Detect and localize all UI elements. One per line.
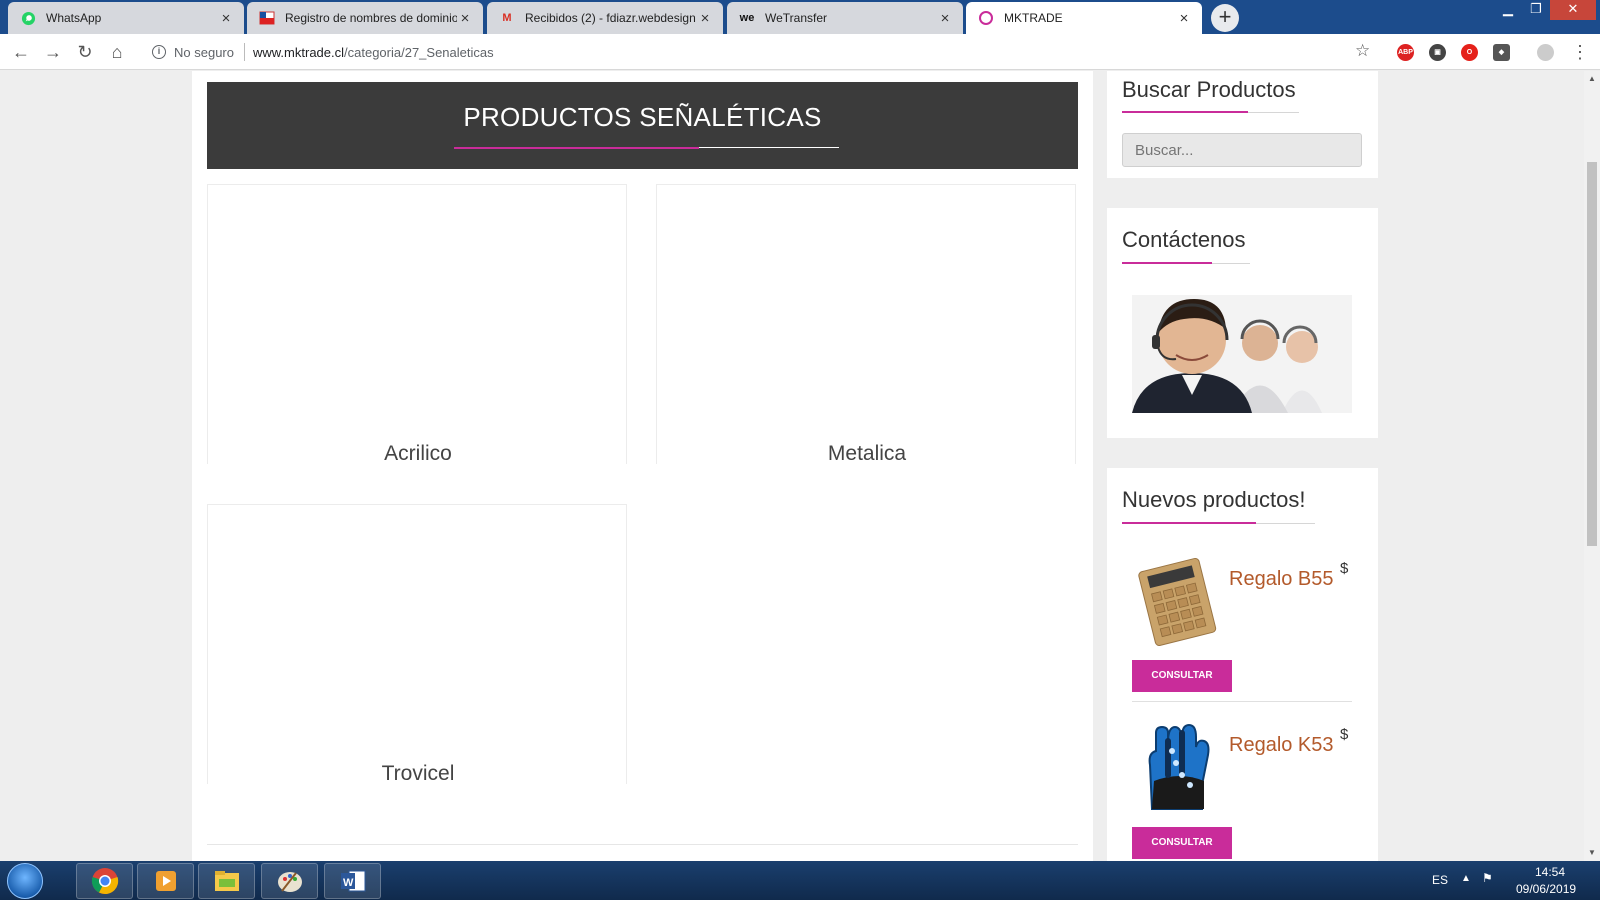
media-player-taskbar-icon[interactable] [137,863,194,899]
tab-title: WeTransfer [765,11,828,25]
tab-title: Recibidos (2) - fdiazr.webdesign [525,11,696,25]
reload-icon[interactable]: ↻ [73,40,97,64]
clock-time[interactable]: 14:54 [1535,865,1565,879]
close-tab-icon[interactable]: × [457,10,473,27]
file-explorer-taskbar-icon[interactable] [198,863,255,899]
scrollbar-thumb[interactable] [1587,162,1597,546]
clock-date[interactable]: 09/06/2019 [1516,882,1576,896]
search-widget-title: Buscar Productos [1122,77,1296,102]
tab-registro-dominio[interactable]: Registro de nombres de dominio × [247,2,483,34]
content-divider [207,844,1078,845]
tab-title: Registro de nombres de dominio [285,11,457,25]
tab-whatsapp[interactable]: WhatsApp × [8,2,244,34]
info-icon[interactable]: i [152,45,166,59]
category-image [208,185,626,420]
tab-gmail[interactable]: M Recibidos (2) - fdiazr.webdesign × [487,2,723,34]
tab-mktrade[interactable]: MKTRADE × [966,2,1202,34]
browser-tab-strip: WhatsApp × Registro de nombres de domini… [0,0,1600,34]
home-icon[interactable]: ⌂ [105,40,129,64]
url-domain: www.mktrade.cl [252,44,345,60]
word-taskbar-icon[interactable]: W [324,863,381,899]
close-tab-icon[interactable]: × [697,10,713,27]
new-products-widget: Nuevos productos! Regalo B55 $ CONSULTAR [1107,468,1378,861]
tab-title: MKTRADE [1004,11,1063,25]
close-tab-icon[interactable]: × [1176,10,1192,27]
wetransfer-icon: we [739,12,755,24]
widget-title-accent [1122,262,1212,264]
action-center-flag-icon[interactable]: ⚑ [1482,871,1493,885]
extension-shield-icon[interactable]: ◆ [1493,44,1510,61]
call-center-image[interactable] [1132,295,1352,413]
address-bar[interactable]: i No seguro www.mktrade.cl /categoria/27… [144,38,1384,66]
tab-wetransfer[interactable]: we WeTransfer × [727,2,963,34]
new-products-title: Nuevos productos! [1122,487,1306,512]
page-title: PRODUCTOS SEÑALÉTICAS [463,102,822,132]
product-name-link[interactable]: Regalo K53 [1229,734,1334,757]
category-label[interactable]: Acrilico [208,442,628,466]
nic-chile-icon [259,10,275,26]
consult-button[interactable]: CONSULTAR [1132,827,1232,859]
gmail-icon: M [502,12,512,24]
category-card-trovicel[interactable]: Trovicel [207,504,628,786]
product-image-calculator[interactable] [1132,556,1222,646]
back-icon[interactable]: ← [9,40,33,64]
scroll-up-icon[interactable]: ▲ [1586,74,1598,83]
windows-taskbar: W ES ▲ ⚑ 14:54 09/06/2019 [0,861,1600,900]
product-price: $ [1340,560,1349,577]
language-indicator[interactable]: ES [1432,873,1448,887]
title-underline-accent [454,147,699,149]
category-image [657,185,1075,420]
search-widget: Buscar Productos [1107,71,1378,178]
category-image [208,505,626,740]
browser-toolbar: ← → ↻ ⌂ i No seguro www.mktrade.cl /cate… [0,34,1600,70]
restore-window-icon[interactable]: ❐ [1522,0,1550,20]
close-tab-icon[interactable]: × [937,10,953,27]
close-tab-icon[interactable]: × [218,10,234,27]
forward-icon[interactable]: → [41,40,65,64]
tab-title: WhatsApp [46,11,102,25]
start-button-icon[interactable] [7,863,43,899]
widget-title-accent [1122,522,1256,524]
category-card-metalica[interactable]: Metalica [656,184,1077,466]
contact-widget-title: Contáctenos [1122,227,1246,252]
security-label: No seguro [174,44,234,60]
product-price: $ [1340,726,1349,743]
widget-title-accent [1122,111,1248,113]
contact-widget: Contáctenos [1107,208,1378,438]
product-name-link[interactable]: Regalo B55 [1229,568,1334,591]
close-window-icon[interactable]: ✕ [1550,0,1596,20]
category-label[interactable]: Trovicel [208,762,628,786]
adblock-icon[interactable]: ABP [1397,44,1414,61]
address-separator [243,43,245,61]
new-tab-button[interactable]: + [1211,4,1239,32]
scroll-down-icon[interactable]: ▼ [1586,848,1598,857]
category-card-acrilico[interactable]: Acrilico [207,184,628,466]
svg-text:W: W [343,877,354,889]
whatsapp-icon [20,10,36,26]
search-input[interactable] [1122,133,1362,167]
opera-icon[interactable]: O [1461,44,1478,61]
product-separator [1132,701,1352,702]
url-path: /categoria/27_Senaleticas [344,44,494,60]
paint-taskbar-icon[interactable] [261,863,318,899]
product-image-glove[interactable] [1132,721,1222,813]
mktrade-icon [978,10,994,26]
minimize-window-icon[interactable]: ▁ [1494,0,1522,20]
profile-avatar-icon[interactable] [1537,44,1554,61]
chrome-taskbar-icon[interactable] [76,863,133,899]
consult-button[interactable]: CONSULTAR [1132,660,1232,692]
extension-icon[interactable]: ▣ [1429,44,1446,61]
menu-icon[interactable]: ⋮ [1568,40,1592,64]
show-hidden-icons-icon[interactable]: ▲ [1461,873,1471,884]
category-label[interactable]: Metalica [657,442,1077,466]
bookmark-star-icon[interactable]: ☆ [1355,41,1370,61]
category-banner: PRODUCTOS SEÑALÉTICAS [207,82,1078,169]
